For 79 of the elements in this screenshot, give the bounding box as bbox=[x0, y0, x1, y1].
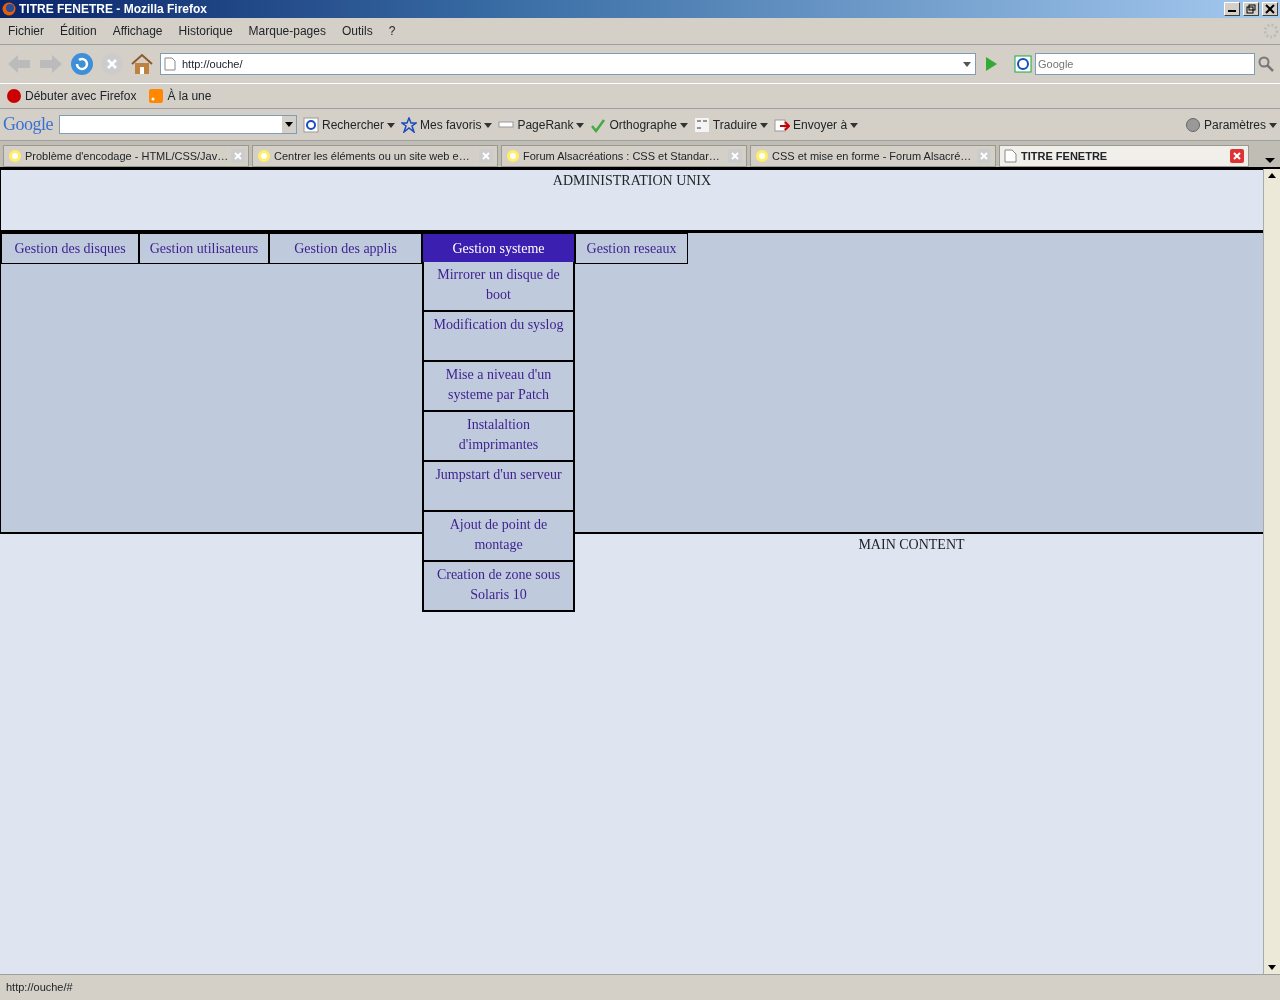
tab-title: TITRE FENETRE bbox=[1021, 148, 1109, 164]
toolbar-button[interactable]: Rechercher bbox=[322, 115, 385, 134]
menu-item[interactable]: Édition bbox=[52, 22, 105, 40]
firefox-bookmark-icon[interactable] bbox=[6, 88, 22, 104]
scrollbar[interactable] bbox=[1263, 169, 1280, 974]
tab-title: Forum Alsacréations : CSS et Standar… bbox=[523, 148, 721, 164]
search-engine-icon[interactable] bbox=[1014, 55, 1032, 73]
close-icon[interactable] bbox=[1230, 149, 1244, 163]
toolbar-button[interactable]: Traduire bbox=[712, 115, 758, 134]
menu-item[interactable]: ? bbox=[380, 22, 404, 40]
tab-title: CSS et mise en forme - Forum Alsacré… bbox=[772, 148, 973, 164]
google-search-field[interactable] bbox=[59, 115, 297, 134]
page-heading: ADMINISTRATION UNIX bbox=[552, 173, 712, 188]
browser-tab[interactable]: Forum Alsacréations : CSS et Standar… bbox=[501, 145, 747, 167]
submenu-item[interactable]: Jumpstart d'un serveur bbox=[422, 462, 575, 512]
caret-icon[interactable] bbox=[484, 120, 493, 129]
caret-icon[interactable] bbox=[850, 120, 859, 129]
restore-icon bbox=[1245, 3, 1257, 15]
caret-icon[interactable] bbox=[387, 120, 396, 129]
firefox-icon bbox=[2, 2, 16, 16]
search-icon[interactable] bbox=[1258, 56, 1274, 72]
page-icon bbox=[164, 57, 176, 71]
submenu-item[interactable]: Ajout de point de montage bbox=[422, 512, 575, 562]
caret-icon[interactable] bbox=[1269, 120, 1277, 129]
google-search-icon[interactable] bbox=[303, 116, 319, 133]
caret-icon[interactable] bbox=[576, 120, 585, 129]
nav-menu-item[interactable]: Gestion reseaux bbox=[575, 233, 688, 264]
menu-item[interactable]: Marque-pages bbox=[240, 22, 334, 40]
throbber-icon bbox=[1262, 22, 1280, 40]
submenu-item[interactable]: Creation de zone sous Solaris 10 bbox=[422, 562, 575, 612]
menu-item[interactable]: Affichage bbox=[104, 22, 171, 40]
toolbar-button[interactable]: Envoyer à bbox=[793, 115, 848, 134]
reload-icon[interactable] bbox=[70, 52, 94, 76]
caret-icon[interactable] bbox=[760, 120, 769, 129]
submenu-item[interactable]: Instalaltion d'imprimantes bbox=[422, 412, 575, 462]
toolbar-button[interactable]: Mes favoris bbox=[420, 115, 482, 134]
sun-icon bbox=[755, 149, 769, 163]
bookmark-link[interactable]: À la une bbox=[167, 87, 212, 105]
toolbar-button[interactable]: Paramètres bbox=[1203, 115, 1266, 134]
status-text: http://ouche/# bbox=[6, 979, 73, 995]
arrow-icon[interactable] bbox=[774, 116, 791, 133]
sun-icon bbox=[8, 149, 22, 163]
tab-title: Problème d'encodage - HTML/CSS/Jav… bbox=[25, 148, 229, 164]
star-icon[interactable] bbox=[401, 116, 418, 133]
browser-tab[interactable]: Problème d'encodage - HTML/CSS/Jav… bbox=[3, 145, 249, 167]
nav-menu-item[interactable]: Gestion des applis bbox=[269, 233, 422, 264]
sun-icon bbox=[506, 149, 520, 163]
nav-menu-item[interactable]: Gestion des disques bbox=[1, 233, 139, 264]
browser-tab[interactable]: Centrer les éléments ou un site web e… bbox=[252, 145, 498, 167]
dropdown-arrow-icon[interactable] bbox=[962, 59, 972, 69]
minimize-icon bbox=[1228, 10, 1236, 12]
minimize-button[interactable] bbox=[1224, 2, 1240, 16]
browser-tab[interactable]: CSS et mise en forme - Forum Alsacré… bbox=[750, 145, 996, 167]
nav-menu-item[interactable]: Gestion systeme bbox=[422, 233, 575, 264]
toolbar-button[interactable]: Orthographe bbox=[609, 115, 677, 134]
menu-item[interactable]: Outils bbox=[333, 22, 381, 40]
menu-item[interactable]: Historique bbox=[170, 22, 241, 40]
submenu-item[interactable]: Modification du syslog bbox=[422, 312, 575, 362]
circle-icon[interactable] bbox=[1184, 116, 1201, 133]
main-heading: MAIN CONTENT bbox=[858, 537, 965, 552]
search-field[interactable]: Google bbox=[1035, 53, 1255, 75]
toolbar-button[interactable]: PageRank bbox=[517, 115, 574, 134]
bookmark-link[interactable]: Débuter avec Firefox bbox=[25, 87, 137, 105]
nav-menu-item[interactable]: Gestion utilisateurs bbox=[139, 233, 269, 264]
page-icon bbox=[1004, 149, 1018, 163]
letters-icon[interactable] bbox=[693, 116, 710, 133]
caret-icon[interactable] bbox=[679, 120, 688, 129]
home-icon[interactable] bbox=[130, 52, 154, 76]
menu-item[interactable]: Fichier bbox=[0, 22, 52, 40]
restore-button[interactable] bbox=[1243, 2, 1259, 16]
url-field[interactable]: http://ouche/ bbox=[160, 53, 976, 75]
close-button[interactable] bbox=[1262, 2, 1278, 16]
browser-tab[interactable]: TITRE FENETRE bbox=[999, 145, 1249, 167]
submenu-item[interactable]: Mise a niveau d'un systeme par Patch bbox=[422, 362, 575, 412]
window-title: TITRE FENETRE - Mozilla Firefox bbox=[19, 1, 208, 18]
sun-icon bbox=[257, 149, 271, 163]
submenu-item[interactable]: Mirrorer un disque de boot bbox=[422, 262, 575, 312]
close-icon bbox=[1264, 3, 1276, 15]
tab-title: Centrer les éléments ou un site web e… bbox=[274, 148, 471, 164]
